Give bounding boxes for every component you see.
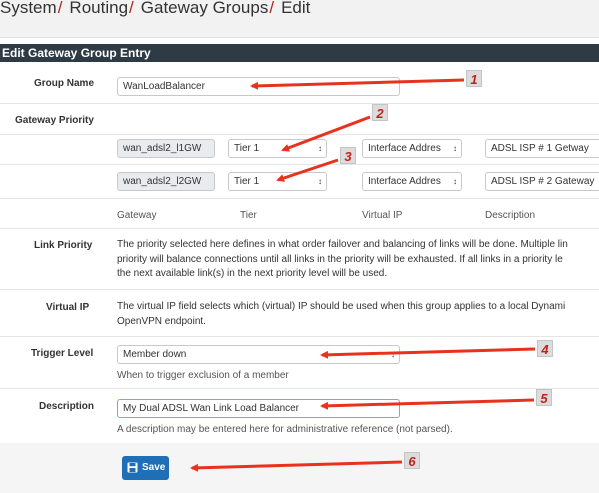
arrow-3 <box>276 158 339 182</box>
arrow-1 <box>250 78 465 90</box>
arrow-2 <box>281 115 371 152</box>
annotation-arrows <box>190 78 536 472</box>
callout-number: 2 <box>372 104 388 121</box>
callout-number: 4 <box>537 340 553 357</box>
arrow-5 <box>320 398 535 410</box>
callout-number: 1 <box>466 70 482 87</box>
callout-number: 6 <box>404 452 420 469</box>
arrow-6 <box>190 460 403 472</box>
callout-number: 5 <box>536 389 552 406</box>
arrow-4 <box>320 347 536 359</box>
callout-number: 3 <box>340 147 356 164</box>
